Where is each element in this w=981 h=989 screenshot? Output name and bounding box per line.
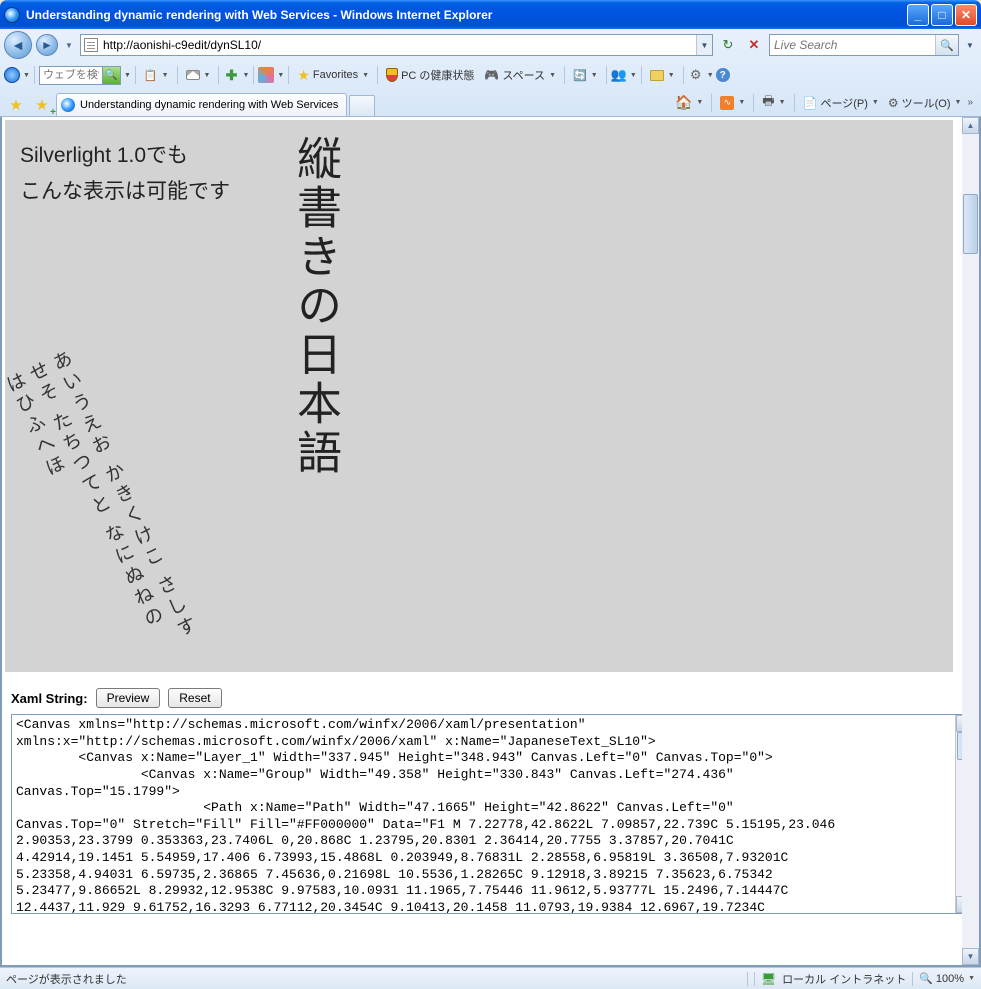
web-search-dropdown[interactable]: ▼ [124, 72, 131, 79]
rotated-text: あいうえお かきくけこ さしすせそ たちつてと なにぬねの はひふへほ [2, 347, 205, 673]
tab-bar: ★ ★ Understanding dynamic rendering with… [0, 89, 981, 116]
command-bar: 🏠▼ ∿▼ 🖶▼ 📄 ページ(P) ▼ ⚙ ツール(O) ▼ » [672, 89, 977, 116]
tools-menu[interactable]: ⚙ ツール(O) ▼ [885, 93, 965, 113]
people-dropdown[interactable]: ▼ [630, 72, 637, 79]
page-vscrollbar[interactable]: ▲ ▼ [962, 117, 979, 965]
shield-icon [386, 68, 398, 82]
favorites-label: Favorites [313, 69, 358, 81]
page-menu-label: ページ(P) [820, 95, 867, 111]
page-scroll-thumb[interactable] [963, 194, 978, 254]
silverlight-canvas: Silverlight 1.0でも こんな表示は可能です 縦書きの日本語 あいう… [5, 120, 953, 672]
page-scroll-track[interactable] [962, 134, 979, 948]
people-icon[interactable]: 👥 [611, 67, 627, 83]
new-tab-button[interactable] [349, 95, 375, 116]
status-text: ページが表示されました [6, 971, 127, 987]
web-search-go[interactable]: 🔍 [102, 67, 120, 84]
active-tab[interactable]: Understanding dynamic rendering with Web… [56, 93, 347, 116]
search-input[interactable] [770, 35, 935, 55]
stop-button[interactable]: ✕ [743, 34, 765, 56]
horizontal-text-line2: こんな表示は可能です [20, 174, 230, 210]
status-bar: ページが表示されました 🖥 ローカル イントラネット 🔍 100% ▼ [0, 967, 981, 989]
tab-title: Understanding dynamic rendering with Web… [80, 99, 338, 111]
print-button[interactable]: 🖶▼ [759, 90, 788, 116]
msn-dropdown[interactable]: ▼ [23, 72, 30, 79]
search-box: 🔍 [769, 34, 959, 56]
address-input[interactable] [101, 35, 696, 55]
zoom-icon: 🔍 [919, 972, 933, 985]
nav-toolbar: ◄ ► ▼ ▼ ↻ ✕ 🔍 ▼ [0, 29, 981, 61]
window-title: Understanding dynamic rendering with Web… [26, 8, 907, 22]
search-provider-dropdown[interactable]: ▼ [963, 41, 977, 50]
ie-icon [4, 7, 20, 23]
links-toolbar: ▼ 🔍 ▼ 📋▼ ▼ ✚ ▼ ▼ ★ Favorites ▼ PC の健康状態 … [0, 61, 981, 89]
refresh-button[interactable]: ↻ [717, 34, 739, 56]
space-button[interactable]: 🎮 スペース ▼ [480, 65, 560, 85]
forward-button[interactable]: ► [36, 34, 58, 56]
rss-button[interactable]: ∿▼ [717, 94, 748, 112]
add-favorite-button[interactable]: ★ [30, 94, 54, 116]
zone-icon: 🖥 [761, 972, 776, 986]
msn-butterfly-dropdown[interactable]: ▼ [277, 72, 284, 79]
page-scroll-up[interactable]: ▲ [962, 117, 979, 134]
add-dropdown[interactable]: ▼ [242, 72, 249, 79]
address-dropdown[interactable]: ▼ [696, 35, 712, 55]
horizontal-text-line1: Silverlight 1.0でも [20, 138, 230, 174]
xaml-label: Xaml String: [11, 691, 88, 706]
recent-dropdown[interactable]: ▼ [62, 35, 76, 55]
page-scroll-down[interactable]: ▼ [962, 948, 979, 965]
mail-icon[interactable]: ▼ [182, 68, 215, 82]
zoom-control[interactable]: 🔍 100% ▼ [919, 972, 975, 985]
maximize-button[interactable]: □ [931, 4, 953, 26]
close-button[interactable]: ✕ [955, 4, 977, 26]
page-menu[interactable]: 📄 ページ(P) ▼ [800, 93, 882, 113]
tab-ie-icon [61, 98, 75, 112]
web-search-box: 🔍 [39, 66, 121, 85]
folder-icon[interactable]: ▼ [646, 68, 679, 83]
reset-button[interactable]: Reset [168, 688, 221, 708]
sync-icon[interactable]: 🔄▼ [569, 67, 602, 84]
vertical-text: 縦書きの日本語 [283, 135, 348, 478]
tools-menu-label: ツール(O) [902, 95, 951, 111]
xaml-content[interactable]: <Canvas xmlns="http://schemas.microsoft.… [12, 715, 955, 913]
favorites-center-button[interactable]: ★ [4, 94, 28, 116]
pc-health-label: PC の健康状態 [401, 67, 474, 83]
page-icon [81, 35, 101, 55]
page-body: Silverlight 1.0でも こんな表示は可能です 縦書きの日本語 あいう… [2, 117, 979, 965]
minimize-button[interactable]: _ [907, 4, 929, 26]
security-zone: ローカル イントラネット [782, 971, 906, 987]
horizontal-text: Silverlight 1.0でも こんな表示は可能です [20, 138, 230, 209]
address-bar: ▼ [80, 34, 713, 56]
form-icon[interactable]: 📋▼ [140, 67, 173, 84]
msn-icon[interactable] [4, 67, 20, 83]
overflow-chevron[interactable]: » [967, 97, 973, 108]
preview-button[interactable]: Preview [96, 688, 161, 708]
content-frame: Silverlight 1.0でも こんな表示は可能です 縦書きの日本語 あいう… [0, 117, 981, 967]
window-titlebar: Understanding dynamic rendering with Web… [0, 0, 981, 29]
xaml-controls: Xaml String: Preview Reset [5, 672, 979, 714]
favorites-button[interactable]: ★ Favorites ▼ [293, 65, 373, 86]
back-button[interactable]: ◄ [4, 31, 32, 59]
add-icon[interactable]: ✚ [223, 67, 239, 83]
settings-dropdown[interactable]: ▼ [707, 72, 714, 79]
space-icon: 🎮 [484, 68, 499, 82]
web-search-input[interactable] [40, 69, 102, 81]
msn-butterfly-icon[interactable] [258, 67, 274, 83]
pc-health-button[interactable]: PC の健康状態 [382, 65, 478, 85]
help-icon[interactable]: ? [716, 68, 730, 82]
zoom-value: 100% [936, 973, 964, 985]
settings-icon[interactable]: ⚙ [688, 67, 704, 83]
search-go-button[interactable]: 🔍 [935, 35, 958, 55]
xaml-textarea[interactable]: <Canvas xmlns="http://schemas.microsoft.… [11, 714, 973, 914]
home-button[interactable]: 🏠▼ [672, 92, 706, 113]
space-label: スペース [502, 67, 545, 83]
